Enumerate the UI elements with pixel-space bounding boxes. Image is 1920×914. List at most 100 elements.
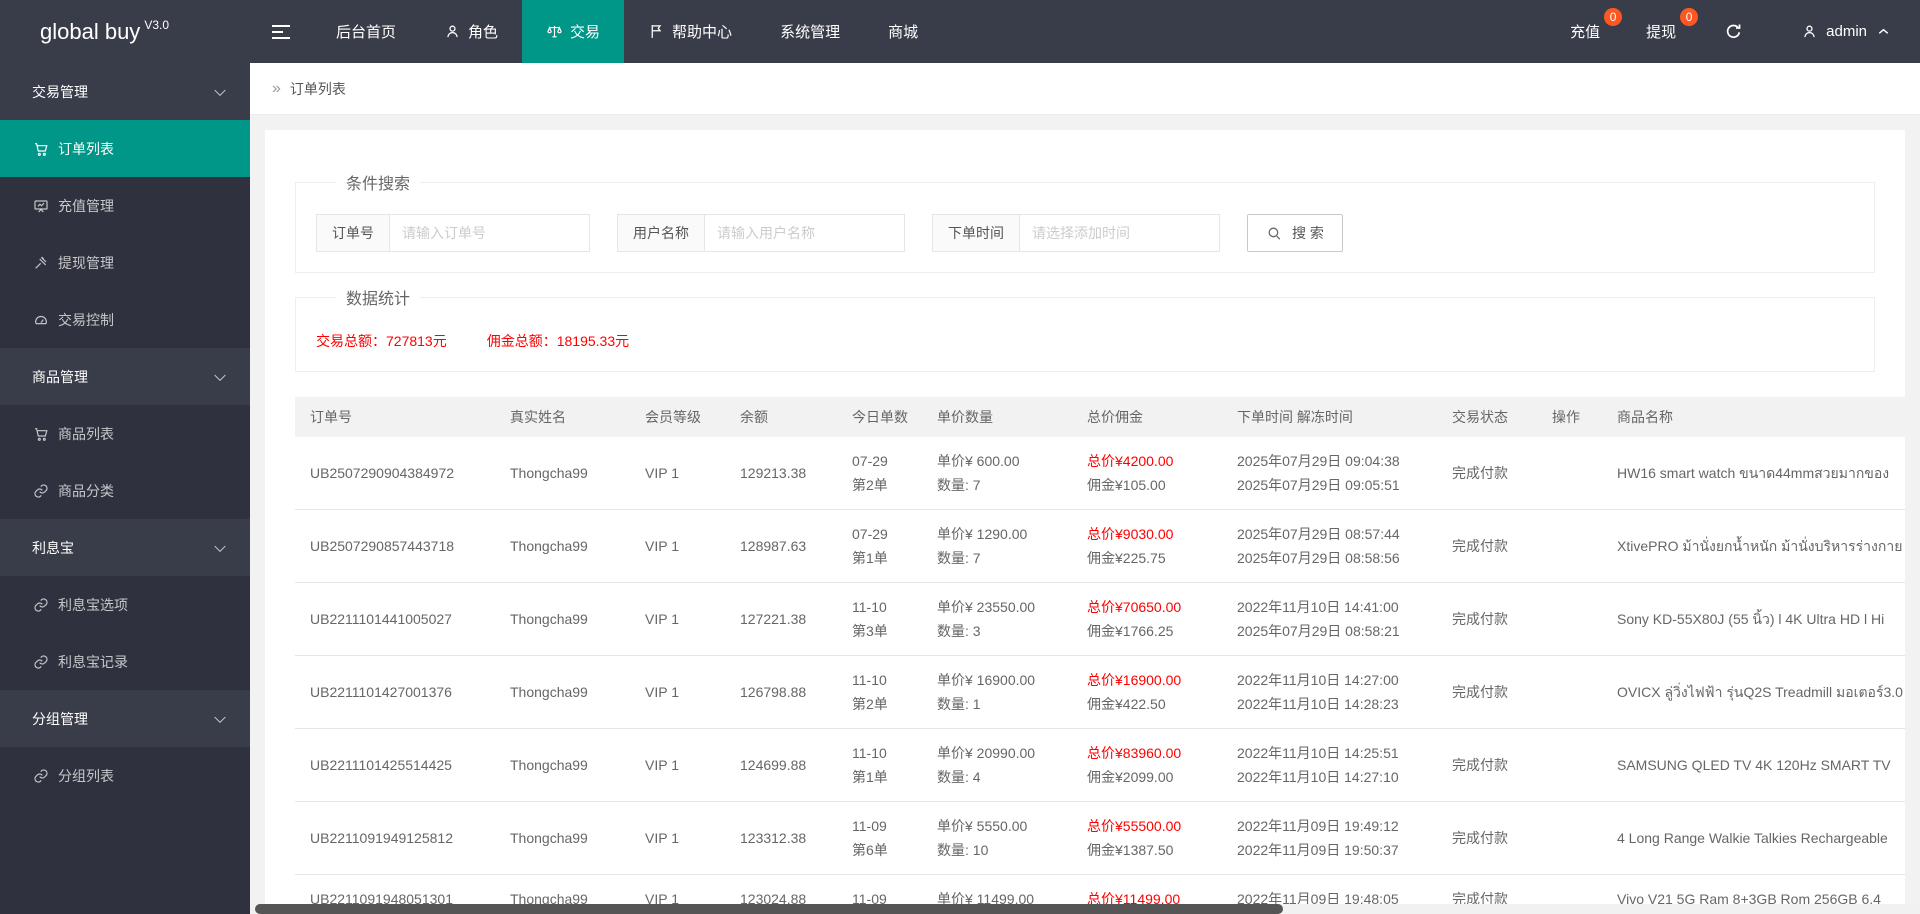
unfreeze-time: 2022年11月10日 14:27:10 — [1237, 769, 1399, 785]
topbar-right: 充值 0 提现 0 admin — [1556, 0, 1920, 63]
horizontal-scrollbar[interactable] — [250, 904, 1920, 914]
orders-table: 订单号 真实姓名 会员等级 余额 今日单数 单价数量 总价佣金 下单时间 解冻时… — [295, 397, 1905, 914]
nav-item-home[interactable]: 后台首页 — [312, 0, 420, 63]
sidebar-item-product-list[interactable]: 商品列表 — [0, 405, 250, 462]
main-content: » 订单列表 条件搜索 订单号 用户名称 下单时间 — [250, 63, 1920, 914]
order-seq: 第3单 — [852, 623, 888, 639]
quantity: 数量: 7 — [937, 477, 981, 493]
stats-fieldset: 数据统计 交易总额：727813元 佣金总额：18195.33元 — [295, 285, 1875, 372]
nav-label: 交易 — [570, 24, 601, 41]
cell-unit-price-qty: 单价¥ 16900.00 数量: 1 — [922, 655, 1072, 729]
col-real-name: 真实姓名 — [495, 397, 630, 437]
total-price: 总价¥4200.00 — [1087, 453, 1174, 469]
search-icon — [1266, 225, 1283, 242]
unfreeze-time: 2022年11月10日 14:28:23 — [1237, 696, 1399, 712]
order-time: 2022年11月10日 14:25:51 — [1237, 745, 1399, 761]
sidebar-item-product-category[interactable]: 商品分类 — [0, 462, 250, 519]
col-trade-status: 交易状态 — [1437, 397, 1537, 437]
cell-action — [1537, 437, 1602, 510]
order-time: 2022年11月10日 14:41:00 — [1237, 599, 1399, 615]
nav-item-help-center[interactable]: 帮助中心 — [624, 0, 756, 63]
table-row: UB2211101425514425 Thongcha99 VIP 1 1246… — [295, 728, 1905, 802]
sidebar-group-product-management[interactable]: 商品管理 — [0, 348, 250, 405]
nav-label: 帮助中心 — [672, 24, 733, 41]
cell-action — [1537, 801, 1602, 875]
link-icon — [33, 654, 49, 670]
cell-product-name: SAMSUNG QLED TV 4K 120Hz SMART TV — [1602, 728, 1905, 802]
withdraw-link[interactable]: 提现 0 — [1632, 0, 1699, 63]
chevron-up-icon — [1875, 23, 1892, 40]
menu-icon — [272, 36, 290, 39]
user-menu[interactable]: admin — [1773, 0, 1920, 63]
gavel-icon — [33, 255, 49, 271]
sidebar-item-interest-records[interactable]: 利息宝记录 — [0, 633, 250, 690]
breadcrumb: » 订单列表 — [250, 63, 1920, 115]
nav-item-role[interactable]: 角色 — [420, 0, 522, 63]
sidebar-item-group-list[interactable]: 分组列表 — [0, 747, 250, 804]
sidebar-toggle-button[interactable] — [250, 0, 312, 63]
cell-product-name: Sony KD-55X80J (55 นิ้ว) l 4K Ultra HD l… — [1602, 582, 1905, 656]
withdraw-label: 提现 — [1646, 24, 1677, 41]
flag-icon — [648, 23, 665, 40]
cell-total-commission: 总价¥9030.00 佣金¥225.75 — [1072, 509, 1222, 583]
cell-unit-price-qty: 单价¥ 23550.00 数量: 3 — [922, 582, 1072, 656]
cell-today-orders: 07-29 第1单 — [837, 509, 922, 583]
order-no-input[interactable] — [390, 214, 590, 252]
withdraw-badge: 0 — [1680, 8, 1699, 26]
menu-icon — [272, 24, 290, 27]
order-seq: 第2单 — [852, 696, 888, 712]
table-header-row: 订单号 真实姓名 会员等级 余额 今日单数 单价数量 总价佣金 下单时间 解冻时… — [295, 397, 1905, 437]
total-price: 总价¥16900.00 — [1087, 672, 1182, 688]
order-day: 11-10 — [852, 745, 887, 761]
content-card: 条件搜索 订单号 用户名称 下单时间 — [265, 130, 1905, 914]
scrollbar-thumb[interactable] — [255, 904, 1283, 914]
nav-item-system[interactable]: 系统管理 — [756, 0, 864, 63]
group-label: 分组管理 — [32, 710, 88, 727]
page-title: 订单列表 — [289, 80, 346, 97]
order-time: 2022年11月09日 19:49:12 — [1237, 818, 1399, 834]
chevron-down-icon — [214, 84, 226, 96]
recharge-link[interactable]: 充值 0 — [1556, 0, 1623, 63]
cell-total-commission: 总价¥70650.00 佣金¥1766.25 — [1072, 582, 1222, 656]
order-time: 2025年07月29日 08:57:44 — [1237, 526, 1400, 542]
sidebar-item-interest-options[interactable]: 利息宝选项 — [0, 576, 250, 633]
col-order-unfreeze-time: 下单时间 解冻时间 — [1222, 397, 1437, 437]
unit-price: 单价¥ 16900.00 — [937, 672, 1036, 688]
order-seq: 第1单 — [852, 550, 888, 566]
sidebar-item-recharge-management[interactable]: 充值管理 — [0, 177, 250, 234]
sidebar-item-trade-control[interactable]: 交易控制 — [0, 291, 250, 348]
group-label: 利息宝 — [32, 539, 74, 556]
cell-trade-status: 完成付款 — [1437, 582, 1537, 656]
stats-row: 交易总额：727813元 佣金总额：18195.33元 — [316, 319, 1854, 351]
nav-label: 角色 — [468, 24, 499, 41]
order-day: 07-29 — [852, 453, 888, 469]
cell-order-no: UB2507290904384972 — [295, 437, 495, 510]
search-button[interactable]: 搜 索 — [1247, 214, 1343, 252]
nav-label: 系统管理 — [780, 24, 841, 41]
cell-real-name: Thongcha99 — [495, 728, 630, 802]
sidebar-item-order-list[interactable]: 订单列表 — [0, 120, 250, 177]
cell-order-unfreeze-time: 2022年11月09日 19:49:12 2022年11月09日 19:50:3… — [1222, 801, 1437, 875]
cell-total-commission: 总价¥55500.00 佣金¥1387.50 — [1072, 801, 1222, 875]
quantity: 数量: 7 — [937, 550, 981, 566]
gauge-icon — [33, 312, 49, 328]
sidebar-group-grouping-management[interactable]: 分组管理 — [0, 690, 250, 747]
col-balance: 余额 — [725, 397, 837, 437]
nav-item-trade[interactable]: 交易 — [522, 0, 625, 63]
cell-order-no: UB2211101427001376 — [295, 655, 495, 729]
sidebar-item-label: 商品列表 — [58, 425, 114, 442]
sidebar-group-interest-treasure[interactable]: 利息宝 — [0, 519, 250, 576]
username-input[interactable] — [705, 214, 905, 252]
sidebar-item-label: 分组列表 — [58, 767, 114, 784]
nav-item-mall[interactable]: 商城 — [864, 0, 942, 63]
total-price: 总价¥70650.00 — [1087, 599, 1182, 615]
cell-vip-level: VIP 1 — [630, 655, 725, 729]
sidebar-group-trade-management[interactable]: 交易管理 — [0, 63, 250, 120]
sidebar-item-label: 利息宝记录 — [58, 653, 128, 670]
unit-price: 单价¥ 600.00 — [937, 453, 1020, 469]
sidebar-item-withdraw-management[interactable]: 提现管理 — [0, 234, 250, 291]
refresh-button[interactable] — [1708, 0, 1759, 63]
order-time-input[interactable] — [1020, 214, 1220, 252]
commission: 佣金¥2099.00 — [1087, 769, 1174, 785]
cell-balance: 124699.88 — [725, 728, 837, 802]
